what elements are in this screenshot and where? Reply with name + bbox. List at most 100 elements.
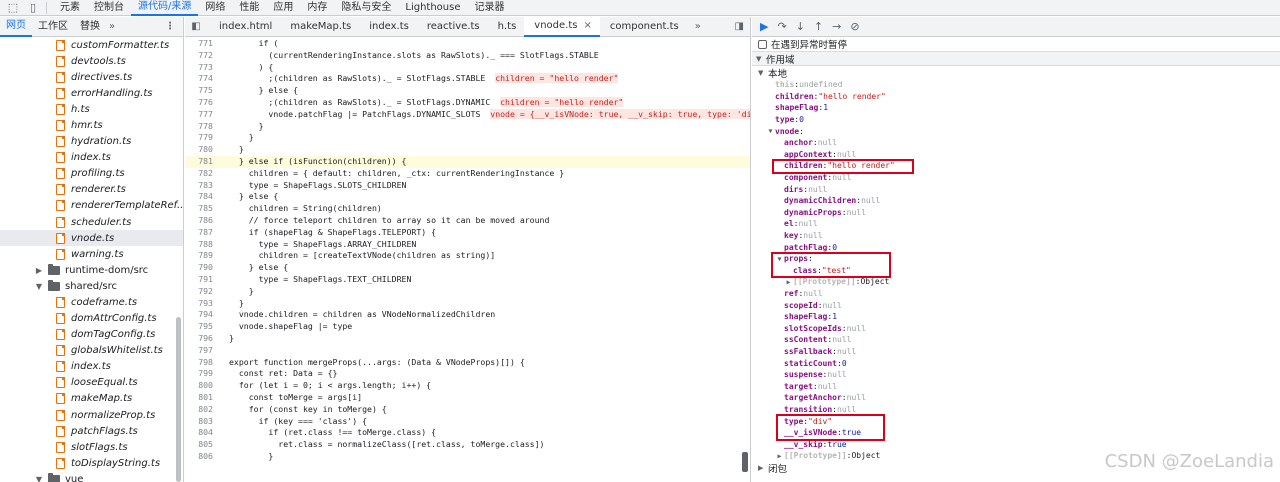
scope-variable[interactable]: transition: null [752,404,1280,416]
line-number[interactable]: 783 [185,180,213,192]
line-number[interactable]: 788 [185,239,213,251]
toggle-debugger-icon[interactable]: ◨ [735,21,750,32]
scope-variable[interactable]: __v_skip: true [752,438,1280,450]
code-line[interactable]: 806 } [185,451,750,463]
line-number[interactable]: 773 [185,62,213,74]
more-tabs-icon[interactable]: » [106,21,118,32]
line-number[interactable]: 790 [185,262,213,274]
editor-tab[interactable]: makeMap.ts [280,17,359,37]
scope-variable[interactable]: type: "div" [752,415,1280,427]
line-number[interactable]: 802 [185,404,213,416]
file-item[interactable]: globalsWhitelist.ts [0,343,183,359]
scope-variable[interactable]: slotScopeIds: null [752,322,1280,334]
folder-item[interactable]: ▶ runtime-dom/src [0,262,183,278]
line-number[interactable]: 793 [185,298,213,310]
file-item[interactable]: renderer.ts [0,182,183,198]
file-item[interactable]: domTagConfig.ts [0,327,183,343]
line-number[interactable]: 800 [185,380,213,392]
scope-variable[interactable]: dynamicProps: null [752,207,1280,219]
scope-variable[interactable]: ▶ [[Prototype]]: Object [752,276,1280,288]
scope-variable[interactable]: __v_isVNode: true [752,427,1280,439]
line-number[interactable]: 786 [185,215,213,227]
line-number[interactable]: 801 [185,392,213,404]
scope-variable[interactable]: ssContent: null [752,334,1280,346]
code-line[interactable]: 789 children = [createTextVNode(children… [185,250,750,262]
editor-tab[interactable]: index.html [209,17,280,37]
file-item[interactable]: vnode.ts [0,230,183,247]
panel-tab[interactable]: 隐私与安全 [334,0,398,16]
panel-tab[interactable]: Lighthouse [398,0,467,16]
file-item[interactable]: normalizeProp.ts [0,407,183,423]
file-item[interactable]: hmr.ts [0,117,183,133]
scope-variable[interactable]: ssFallback: null [752,346,1280,358]
step-into-icon[interactable]: ↓ [796,20,805,33]
file-item[interactable]: directives.ts [0,69,183,85]
editor-tab[interactable]: vnode.ts × [524,17,600,37]
code-line[interactable]: 796} [185,333,750,345]
code-line[interactable]: 799 const ret: Data = {} [185,368,750,380]
navigator-menu-icon[interactable]: ⋮ [165,21,183,32]
file-item[interactable]: slotFlags.ts [0,439,183,455]
scope-variable[interactable]: scopeId: null [752,299,1280,311]
file-item[interactable]: h.ts [0,101,183,117]
line-number[interactable]: 803 [185,416,213,428]
panel-tab[interactable]: 内存 [300,0,334,16]
step-icon[interactable]: → [832,20,841,33]
scope-variable[interactable]: staticCount: 0 [752,357,1280,369]
code-line[interactable]: 803 if (key === 'class') { [185,416,750,428]
scope-variable[interactable]: targetAnchor: null [752,392,1280,404]
tab-workspace[interactable]: 工作区 [32,17,74,37]
code-line[interactable]: 792 } [185,286,750,298]
scope-variable[interactable]: anchor: null [752,137,1280,149]
file-item[interactable]: hydration.ts [0,134,183,150]
code-line[interactable]: 795 vnode.shapeFlag |= type [185,321,750,333]
line-number[interactable]: 775 [185,85,213,97]
panel-tab[interactable]: 元素 [53,0,87,16]
code-line[interactable]: 798 export function mergeProps(...args: (… [185,357,750,369]
code-line[interactable]: 800 for (let i = 0; i < args.length; i++… [185,380,750,392]
code-line[interactable]: 790 } else { [185,262,750,274]
panel-tab[interactable]: 性能 [232,0,266,16]
code-line[interactable]: 780 } [185,144,750,156]
file-item[interactable]: looseEqual.ts [0,375,183,391]
code-line[interactable]: 773 ) { [185,62,750,74]
editor-tab[interactable]: component.ts [600,17,687,37]
scope-variable[interactable]: suspense: null [752,369,1280,381]
scope-variable[interactable]: key: null [752,230,1280,242]
code-line[interactable]: 791 type = ShapeFlags.TEXT_CHILDREN [185,274,750,286]
line-number[interactable]: 787 [185,227,213,239]
file-item[interactable]: makeMap.ts [0,391,183,407]
scope-variable[interactable]: ▼ vnode: [752,125,1280,137]
scope-variable[interactable]: ▼ props: [752,253,1280,265]
code-line[interactable]: 775 } else { [185,85,750,97]
line-number[interactable]: 799 [185,368,213,380]
line-number[interactable]: 784 [185,191,213,203]
tab-overrides[interactable]: 替换 [74,17,106,37]
inspect-element-icon[interactable]: ⬚ [6,1,20,15]
file-item[interactable]: devtools.ts [0,53,183,69]
file-item[interactable]: codeframe.ts [0,294,183,310]
scope-variable[interactable]: target: null [752,380,1280,392]
toggle-navigator-icon[interactable]: ◧ [189,21,203,32]
navigator-scrollbar[interactable] [176,317,181,482]
code-line[interactable]: 785 children = String(children) [185,203,750,215]
close-tab-icon[interactable]: × [583,17,591,35]
line-number[interactable]: 772 [185,50,213,62]
scope-variable[interactable]: dirs: null [752,183,1280,195]
code-line[interactable]: 776 ;(children as RawSlots)._ = SlotFlag… [185,96,750,109]
local-scope-header[interactable]: ▼ 本地 [752,66,1280,80]
scope-variable[interactable]: class: "test" [752,265,1280,277]
file-item[interactable]: patchFlags.ts [0,423,183,439]
code-line[interactable]: 774 ;(children as RawSlots)._ = SlotFlag… [185,73,750,85]
code-line[interactable]: 771 if ( [185,38,750,50]
panel-tab[interactable]: 记录器 [468,0,512,16]
code-line[interactable]: 779 } [185,132,750,144]
code-line[interactable]: 801 const toMerge = args[i] [185,392,750,404]
panel-tab[interactable]: 网络 [198,0,232,16]
line-number[interactable]: 778 [185,121,213,133]
scope-variable[interactable]: shapeFlag: 1 [752,311,1280,323]
scope-variable[interactable]: component: null [752,172,1280,184]
code-line[interactable]: 805 ret.class = normalizeClass([ret.clas… [185,439,750,451]
line-number[interactable]: 776 [185,97,213,109]
line-number[interactable]: 771 [185,38,213,50]
